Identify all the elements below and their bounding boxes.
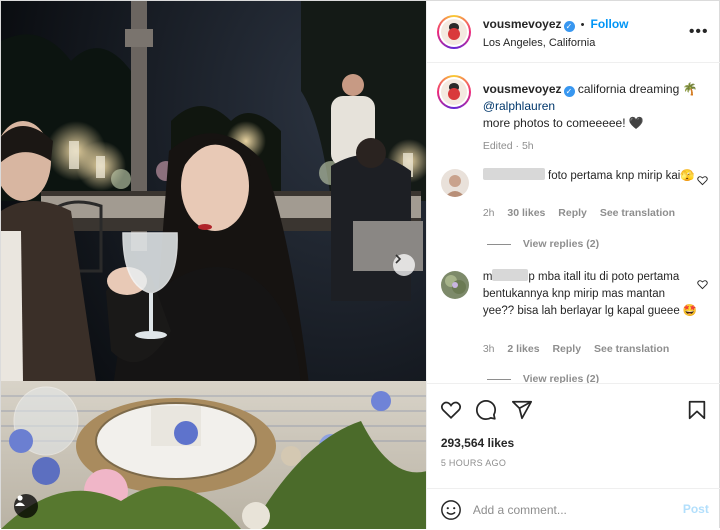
caption-mention[interactable]: @ralphlauren — [483, 99, 555, 113]
black-heart-emoji: 🖤 — [628, 116, 644, 130]
post-caption: vousmevoyez ✓ california dreaming 🌴 @ralp… — [483, 81, 703, 155]
add-comment-input[interactable] — [472, 501, 663, 519]
comment-actions: 2h 30 likes Reply See translation — [483, 207, 685, 219]
comment-like-icon[interactable] — [697, 175, 708, 186]
emoji-icon[interactable] — [440, 499, 462, 521]
comment-like-icon[interactable] — [697, 279, 708, 290]
see-translation-button[interactable]: See translation — [594, 343, 669, 355]
comment-icon[interactable] — [475, 399, 497, 421]
caption-username[interactable]: vousmevoyez — [483, 82, 562, 96]
share-icon[interactable] — [511, 399, 533, 421]
view-replies-button[interactable]: View replies (2) — [523, 238, 599, 250]
likes-count[interactable]: 293,564 likes — [441, 436, 514, 450]
photo-scene — [1, 1, 426, 529]
post-location[interactable]: Los Angeles, California — [483, 37, 596, 49]
comment-item: mp mba itall itu di poto pertama bentuka… — [483, 269, 699, 320]
post-time-ago: 5 HOURS AGO — [440, 458, 507, 468]
caption-avatar[interactable] — [436, 75, 471, 109]
comment-text: foto pertama knp mirip kai🫣 — [548, 170, 695, 182]
post-header: vousmevoyez ✓ • Follow Los Angeles, Calif… — [426, 1, 720, 63]
post-comment-button[interactable]: Post — [683, 502, 709, 516]
author-avatar[interactable] — [436, 15, 471, 49]
header-separator: • — [580, 19, 585, 31]
carousel-next-button[interactable] — [393, 254, 415, 276]
see-translation-button[interactable]: See translation — [600, 207, 675, 219]
comment-time: 3h — [482, 343, 495, 355]
palm-tree-emoji: 🌴 — [682, 82, 698, 96]
carousel-next-icon — [395, 254, 402, 264]
author-line: vousmevoyez ✓ • Follow — [483, 17, 629, 32]
post-side-panel: vousmevoyez ✓ • Follow Los Angeles, Calif… — [425, 1, 720, 530]
edited-label: Edited — [482, 140, 513, 152]
post-photo[interactable] — [1, 1, 426, 529]
comment-actions: 3h 2 likes Reply See translation — [483, 343, 679, 355]
follow-button[interactable]: Follow — [591, 17, 629, 31]
caption-meta: Edited · 5h — [482, 140, 534, 152]
bookmark-icon[interactable] — [686, 399, 708, 421]
comment-time: 2h — [482, 207, 495, 219]
comment-likes[interactable]: 2 likes — [507, 343, 539, 355]
reply-button[interactable]: Reply — [552, 343, 581, 355]
comment-avatar[interactable] — [440, 169, 469, 197]
post-action-bar: 293,564 likes 5 HOURS AGO Post — [426, 383, 720, 530]
add-comment-bar: Post — [426, 488, 720, 530]
author-username[interactable]: vousmevoyez — [483, 17, 562, 31]
heart-icon[interactable] — [440, 399, 462, 421]
replies-divider — [486, 244, 511, 245]
verified-icon: ✓ — [563, 86, 575, 97]
comment-avatar[interactable] — [440, 271, 469, 299]
comment-item: foto pertama knp mirip kai🫣 — [482, 168, 699, 185]
more-options-icon[interactable]: ••• — [689, 23, 709, 41]
reply-button[interactable]: Reply — [558, 207, 587, 219]
view-replies-button[interactable]: View replies (2) — [523, 373, 599, 383]
user-tag-icon — [15, 495, 25, 506]
comment-username-visible[interactable]: m — [483, 271, 493, 283]
comment-username-tail[interactable]: p — [528, 271, 534, 283]
comment-username-blurred[interactable] — [492, 269, 529, 281]
comment-username-blurred[interactable] — [482, 168, 545, 180]
caption-time: 5h — [521, 140, 534, 152]
comment-likes[interactable]: 30 likes — [507, 207, 545, 219]
caption-text: california dreaming — [577, 82, 680, 96]
replies-divider — [486, 379, 511, 380]
verified-icon: ✓ — [563, 21, 575, 32]
user-tag-button[interactable] — [14, 494, 38, 518]
instagram-post: vousmevoyez ✓ • Follow Los Angeles, Calif… — [0, 0, 720, 530]
caption-text-2: more photos to comeeeee! — [482, 116, 626, 130]
